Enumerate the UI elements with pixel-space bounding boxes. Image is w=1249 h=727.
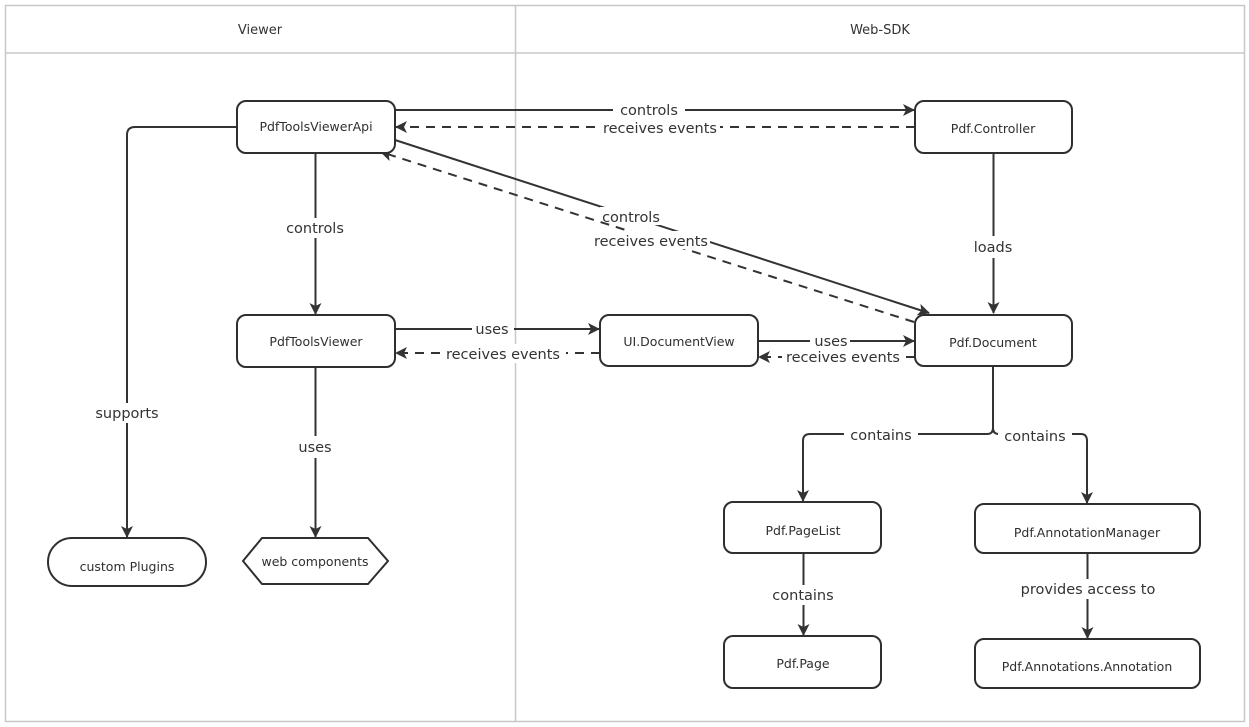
edge-document-api[interactable]: receives events: [380, 149, 915, 323]
lane-title-viewer: Viewer: [238, 23, 283, 38]
edge-label: receives events: [446, 347, 560, 363]
edge-label: uses: [298, 440, 331, 456]
edge-api-document[interactable]: controls: [394, 139, 930, 316]
node-pdf-controller[interactable]: Pdf.Controller: [914, 100, 1073, 154]
node-pdftoolsviewerapi[interactable]: PdfToolsViewerApi: [236, 100, 396, 154]
node-label: Pdf.Controller: [951, 121, 1036, 136]
node-pdftoolsviewer[interactable]: PdfToolsViewer: [236, 314, 396, 368]
node-label: web components: [261, 554, 368, 569]
edge-label: contains: [772, 588, 833, 604]
lane-title-websdk: Web-SDK: [850, 23, 910, 38]
edge-docview-document[interactable]: uses: [758, 332, 915, 350]
edge-docview-viewer[interactable]: receives events: [395, 344, 600, 363]
edge-label: controls: [620, 103, 678, 119]
edge-viewer-webcomp[interactable]: uses: [294, 367, 336, 538]
node-label: Pdf.AnnotationManager: [1014, 525, 1161, 540]
edge-document-annotmgr[interactable]: contains: [992, 426, 1093, 504]
edge-document-pagelist[interactable]: contains: [797, 367, 994, 502]
node-pdf-pagelist[interactable]: Pdf.PageList: [723, 501, 882, 554]
edge-label: supports: [95, 406, 158, 422]
edge-controller-api[interactable]: receives events: [395, 118, 915, 137]
edge-label: loads: [974, 240, 1013, 256]
edge-controller-document[interactable]: loads: [972, 153, 1016, 314]
node-label: UI.DocumentView: [623, 334, 734, 349]
edge-label: controls: [286, 221, 344, 237]
node-label: PdfToolsViewer: [269, 334, 363, 349]
edge-label: receives events: [603, 121, 717, 137]
node-pdf-annotations-annotation[interactable]: Pdf.Annotations.Annotation: [974, 638, 1201, 689]
architecture-diagram: Viewer Web-SDK controls receives events …: [4, 4, 1246, 723]
node-label: custom Plugins: [80, 559, 175, 574]
node-web-components[interactable]: web components: [241, 537, 390, 585]
edge-label: contains: [850, 428, 911, 444]
edge-label: uses: [814, 334, 847, 350]
node-label: Pdf.Annotations.Annotation: [1002, 659, 1173, 674]
edge-document-docview[interactable]: receives events: [758, 348, 915, 366]
node-pdf-document[interactable]: Pdf.Document: [914, 314, 1073, 367]
edge-label: uses: [475, 322, 508, 338]
nodes: PdfToolsViewerApi PdfToolsViewer custom …: [47, 100, 1201, 689]
edge-label: controls: [602, 210, 660, 226]
node-custom-plugins[interactable]: custom Plugins: [47, 537, 207, 587]
edge-api-viewer[interactable]: controls: [282, 153, 348, 315]
node-pdf-page[interactable]: Pdf.Page: [723, 635, 882, 689]
edge-annotmgr-annotation[interactable]: provides access to: [1014, 553, 1162, 639]
node-label: Pdf.Page: [776, 656, 830, 671]
edge-label: receives events: [594, 234, 708, 250]
edge-api-controller[interactable]: controls: [395, 100, 915, 119]
node-ui-documentview[interactable]: UI.DocumentView: [599, 314, 759, 367]
edge-api-plugins[interactable]: supports: [90, 126, 237, 538]
edge-label: provides access to: [1021, 582, 1156, 598]
edge-label: receives events: [786, 350, 900, 366]
edge-viewer-docview[interactable]: uses: [395, 320, 600, 338]
node-label: PdfToolsViewerApi: [259, 119, 372, 134]
edge-label: contains: [1004, 429, 1065, 445]
edge-pagelist-page[interactable]: contains: [768, 553, 840, 636]
node-pdf-annotationmanager[interactable]: Pdf.AnnotationManager: [974, 503, 1201, 554]
node-label: Pdf.Document: [949, 335, 1037, 350]
node-label: Pdf.PageList: [765, 523, 840, 538]
